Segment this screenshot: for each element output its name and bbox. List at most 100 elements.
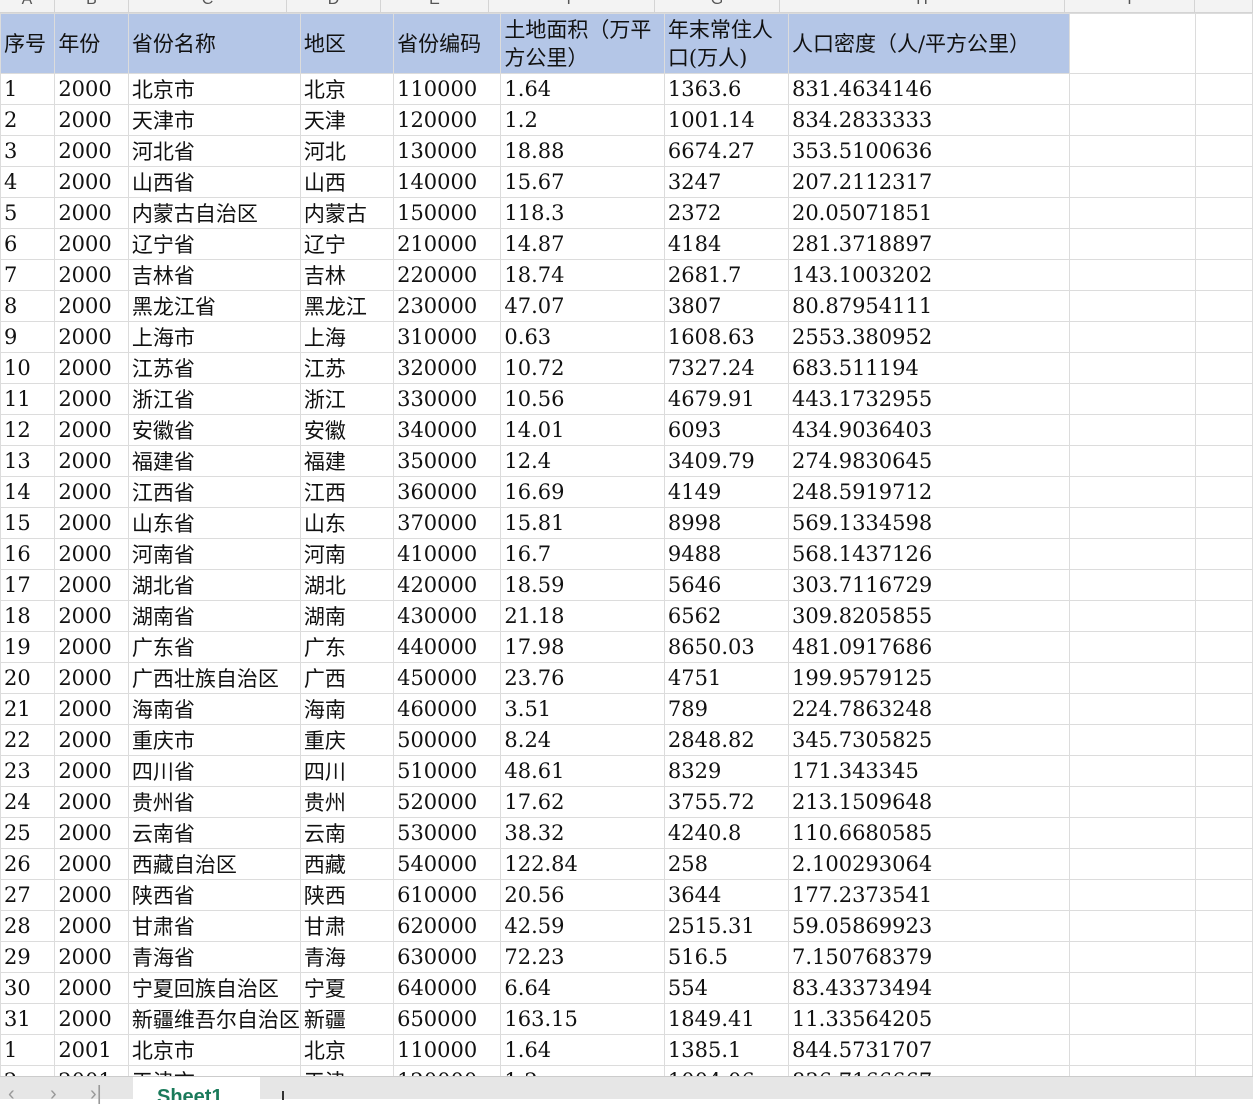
table-cell[interactable]: 17.62 — [500, 786, 665, 818]
table-cell[interactable]: 2000 — [54, 910, 129, 942]
table-cell[interactable]: 浙江 — [299, 383, 395, 415]
empty-cell[interactable] — [1068, 848, 1197, 880]
table-cell[interactable]: 14 — [0, 476, 56, 508]
header-cell[interactable]: 人口密度（人/平方公里） — [787, 13, 1071, 74]
table-cell[interactable]: 河北省 — [127, 135, 301, 167]
table-cell[interactable]: 18.59 — [500, 569, 665, 601]
table-cell[interactable]: 8329 — [663, 755, 789, 787]
empty-cell[interactable] — [1195, 352, 1253, 384]
table-cell[interactable]: 北京市 — [127, 73, 301, 105]
column-header[interactable]: H — [780, 0, 1065, 12]
table-cell[interactable]: 248.5919712 — [787, 476, 1071, 508]
table-cell[interactable]: 834.2833333 — [787, 104, 1071, 136]
empty-cell[interactable] — [1195, 259, 1253, 291]
table-cell[interactable]: 2000 — [54, 476, 129, 508]
empty-cell[interactable] — [1068, 538, 1197, 570]
table-cell[interactable]: 江西 — [299, 476, 395, 508]
table-cell[interactable]: 520000 — [393, 786, 502, 818]
empty-cell[interactable] — [1195, 321, 1253, 353]
table-cell[interactable]: 广东省 — [127, 631, 301, 663]
table-cell[interactable]: 10.72 — [500, 352, 665, 384]
table-cell[interactable]: 27 — [0, 879, 56, 911]
empty-cell[interactable] — [1195, 228, 1253, 260]
next-sheet-button[interactable]: › — [50, 1083, 57, 1106]
table-cell[interactable]: 8.24 — [500, 724, 665, 756]
table-cell[interactable]: 1.2 — [500, 1065, 665, 1076]
table-cell[interactable]: 420000 — [393, 569, 502, 601]
table-cell[interactable]: 140000 — [393, 166, 502, 198]
table-cell[interactable]: 3.51 — [500, 693, 665, 725]
table-cell[interactable]: 20 — [0, 662, 56, 694]
table-cell[interactable]: 4184 — [663, 228, 789, 260]
table-cell[interactable]: 18.74 — [500, 259, 665, 291]
table-cell[interactable]: 554 — [663, 972, 789, 1004]
empty-cell[interactable] — [1068, 321, 1197, 353]
table-cell[interactable]: 山西省 — [127, 166, 301, 198]
table-cell[interactable]: 西藏自治区 — [127, 848, 301, 880]
table-cell[interactable]: 11 — [0, 383, 56, 415]
table-cell[interactable]: 15 — [0, 507, 56, 539]
table-cell[interactable]: 河南省 — [127, 538, 301, 570]
empty-cell[interactable] — [1195, 135, 1253, 167]
table-cell[interactable]: 2001 — [54, 1034, 129, 1066]
table-cell[interactable]: 4751 — [663, 662, 789, 694]
column-header[interactable]: G — [655, 0, 780, 12]
table-cell[interactable]: 2 — [0, 104, 56, 136]
table-cell[interactable]: 3 — [0, 135, 56, 167]
table-cell[interactable]: 10 — [0, 352, 56, 384]
empty-cell[interactable] — [1195, 755, 1253, 787]
table-cell[interactable]: 2000 — [54, 135, 129, 167]
empty-cell[interactable] — [1195, 1034, 1253, 1066]
header-cell[interactable]: 序号 — [0, 13, 56, 74]
last-sheet-button[interactable]: ›| — [90, 1083, 102, 1106]
table-cell[interactable]: 北京 — [299, 1034, 395, 1066]
table-cell[interactable]: 42.59 — [500, 910, 665, 942]
table-cell[interactable]: 7 — [0, 259, 56, 291]
table-cell[interactable]: 新疆 — [299, 1003, 395, 1035]
table-cell[interactable]: 四川省 — [127, 755, 301, 787]
table-cell[interactable]: 620000 — [393, 910, 502, 942]
table-cell[interactable]: 2000 — [54, 228, 129, 260]
table-cell[interactable]: 320000 — [393, 352, 502, 384]
table-cell[interactable]: 309.8205855 — [787, 600, 1071, 632]
table-cell[interactable]: 110.6680585 — [787, 817, 1071, 849]
table-cell[interactable]: 568.1437126 — [787, 538, 1071, 570]
table-cell[interactable]: 8998 — [663, 507, 789, 539]
table-cell[interactable]: 370000 — [393, 507, 502, 539]
table-cell[interactable]: 353.5100636 — [787, 135, 1071, 167]
empty-cell[interactable] — [1195, 817, 1253, 849]
empty-cell[interactable] — [1195, 507, 1253, 539]
table-cell[interactable]: 23 — [0, 755, 56, 787]
sheet-tab-sheet1[interactable]: Sheet1 — [133, 1077, 260, 1100]
empty-cell[interactable] — [1068, 135, 1197, 167]
empty-cell[interactable] — [1195, 73, 1253, 105]
table-cell[interactable]: 宁夏回族自治区 — [127, 972, 301, 1004]
table-cell[interactable]: 黑龙江省 — [127, 290, 301, 322]
table-cell[interactable]: 516.5 — [663, 941, 789, 973]
table-cell[interactable]: 2000 — [54, 817, 129, 849]
table-cell[interactable]: 2000 — [54, 693, 129, 725]
empty-cell[interactable] — [1068, 910, 1197, 942]
table-cell[interactable]: 2000 — [54, 290, 129, 322]
column-header[interactable]: E — [381, 0, 489, 12]
table-cell[interactable]: 2000 — [54, 73, 129, 105]
table-cell[interactable]: 2000 — [54, 321, 129, 353]
table-cell[interactable]: 5 — [0, 197, 56, 229]
table-cell[interactable]: 12.4 — [500, 445, 665, 477]
table-cell[interactable]: 500000 — [393, 724, 502, 756]
table-cell[interactable]: 110000 — [393, 73, 502, 105]
table-cell[interactable]: 1 — [0, 73, 56, 105]
column-header[interactable]: I — [1065, 0, 1195, 12]
empty-cell[interactable] — [1195, 631, 1253, 663]
empty-cell[interactable] — [1195, 13, 1253, 74]
table-cell[interactable]: 16.7 — [500, 538, 665, 570]
empty-cell[interactable] — [1068, 352, 1197, 384]
table-cell[interactable]: 48.61 — [500, 755, 665, 787]
header-cell[interactable]: 土地面积（万平方公里） — [500, 13, 665, 74]
table-cell[interactable]: 16.69 — [500, 476, 665, 508]
table-cell[interactable]: 350000 — [393, 445, 502, 477]
table-cell[interactable]: 2000 — [54, 786, 129, 818]
table-cell[interactable]: 831.4634146 — [787, 73, 1071, 105]
empty-cell[interactable] — [1195, 1065, 1253, 1076]
empty-cell[interactable] — [1068, 290, 1197, 322]
